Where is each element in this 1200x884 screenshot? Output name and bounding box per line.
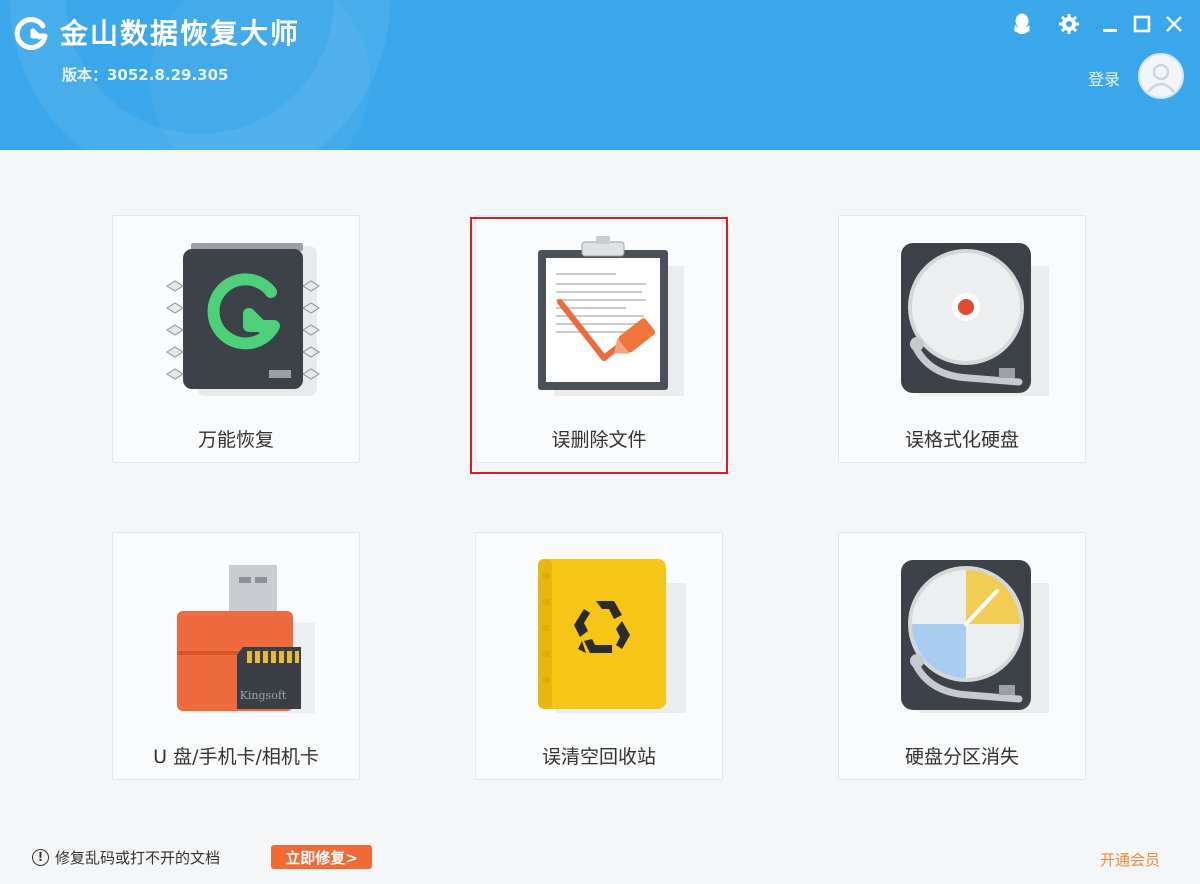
recycle-bin-icon — [538, 559, 686, 713]
minimize-icon[interactable] — [1096, 10, 1124, 38]
card-label: 误清空回收站 — [541, 746, 656, 768]
sd-brand-text: Kingsoft — [240, 689, 287, 702]
title-bar: 金山数据恢复大师 版本：3052.8.29.305 登录 — [0, 0, 1200, 150]
disk-partition-icon — [901, 560, 1049, 713]
card-formatted-disk[interactable]: 误格式化硬盘 — [838, 215, 1086, 463]
repair-now-button[interactable]: 立即修复> — [271, 845, 372, 869]
footer-tip-text: 修复乱码或打不开的文档 — [55, 848, 221, 867]
card-label: 硬盘分区消失 — [904, 746, 1019, 768]
card-deleted-files[interactable]: 误删除文件 — [475, 215, 723, 463]
card-recycle-bin[interactable]: 误清空回收站 — [475, 532, 723, 780]
card-universal-recovery[interactable]: 万能恢复 — [112, 215, 360, 463]
clipboard-check-icon — [538, 236, 684, 396]
card-label: U 盘/手机卡/相机卡 — [153, 746, 319, 768]
user-avatar-icon — [1147, 63, 1175, 93]
close-icon[interactable] — [1160, 10, 1188, 38]
gear-icon[interactable] — [1055, 10, 1083, 38]
card-label: 误删除文件 — [551, 429, 647, 451]
usb-sdcard-icon: Kingsoft — [177, 565, 315, 713]
maximize-icon[interactable] — [1128, 10, 1156, 38]
card-usb-sd[interactable]: Kingsoft U 盘/手机卡/相机卡 — [112, 532, 360, 780]
app-title: 金山数据恢复大师 — [60, 17, 301, 50]
app-logo-icon — [14, 17, 48, 50]
info-icon: ! — [32, 848, 49, 866]
avatar[interactable] — [1138, 53, 1184, 99]
qq-icon[interactable] — [1008, 10, 1036, 38]
card-label: 万能恢复 — [197, 429, 274, 451]
login-link[interactable]: 登录 — [1088, 66, 1120, 90]
app-version: 版本：3052.8.29.305 — [62, 66, 229, 84]
footer-tip: ! 修复乱码或打不开的文档 — [32, 846, 220, 868]
card-label: 误格式化硬盘 — [904, 429, 1019, 451]
card-partition-lost[interactable]: 硬盘分区消失 — [838, 532, 1086, 780]
hard-disk-icon — [901, 243, 1049, 396]
chip-icon — [166, 243, 320, 396]
vip-link[interactable]: 开通会员 — [1100, 849, 1160, 870]
